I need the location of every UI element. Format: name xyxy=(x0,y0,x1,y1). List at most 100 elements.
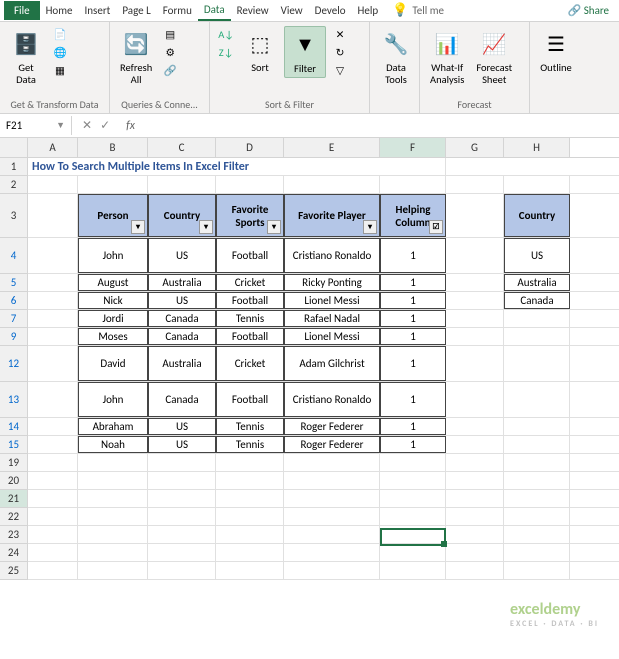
side-country-cell[interactable]: US xyxy=(504,238,570,273)
person-cell[interactable]: Abraham xyxy=(78,418,148,435)
cell[interactable] xyxy=(28,490,78,507)
cell[interactable] xyxy=(28,436,78,453)
cancel-formula-icon[interactable]: ✕ xyxy=(82,118,92,133)
cell[interactable] xyxy=(446,490,504,507)
cell[interactable] xyxy=(504,328,570,345)
cell[interactable] xyxy=(446,346,504,381)
country-cell[interactable]: Canada xyxy=(148,382,216,417)
name-box[interactable]: F21 ▼ xyxy=(0,116,72,135)
header-person[interactable]: Person▾ xyxy=(78,194,148,237)
cell[interactable] xyxy=(28,292,78,309)
sort-desc-button[interactable]: Z↓ xyxy=(216,44,236,60)
col-header-d[interactable]: D xyxy=(216,138,284,157)
tab-review[interactable]: Review xyxy=(231,1,275,20)
col-header-g[interactable]: G xyxy=(446,138,504,157)
cell[interactable] xyxy=(504,382,570,417)
queries-button[interactable]: ▤ xyxy=(160,26,180,42)
row-header-25[interactable]: 25 xyxy=(0,562,28,580)
cell[interactable] xyxy=(446,176,504,193)
cell[interactable] xyxy=(28,194,78,237)
sports-cell[interactable]: Tennis xyxy=(216,310,284,327)
row-header-24[interactable]: 24 xyxy=(0,544,28,562)
row-header-7[interactable]: 7 xyxy=(0,310,28,328)
row-header-15[interactable]: 15 xyxy=(0,436,28,454)
header-helping[interactable]: Helping Column☑ xyxy=(380,194,446,237)
cell[interactable] xyxy=(78,454,148,471)
cell[interactable] xyxy=(148,454,216,471)
cell[interactable] xyxy=(446,274,504,291)
cell[interactable] xyxy=(380,490,446,507)
sports-cell[interactable]: Football xyxy=(216,328,284,345)
sports-cell[interactable]: Tennis xyxy=(216,436,284,453)
col-header-c[interactable]: C xyxy=(148,138,216,157)
cell[interactable] xyxy=(148,490,216,507)
row-header-5[interactable]: 5 xyxy=(0,274,28,292)
reapply-button[interactable]: ↻ xyxy=(330,44,350,60)
row-header-4[interactable]: 4 xyxy=(0,238,28,274)
helping-cell[interactable]: 1 xyxy=(380,274,446,291)
tab-view[interactable]: View xyxy=(275,1,309,20)
person-cell[interactable]: Nick xyxy=(78,292,148,309)
side-country-cell[interactable]: Australia xyxy=(504,274,570,291)
sports-cell[interactable]: Cricket xyxy=(216,274,284,291)
cell[interactable] xyxy=(28,418,78,435)
cell[interactable] xyxy=(446,194,504,237)
cell[interactable] xyxy=(28,526,78,543)
from-text-button[interactable]: 📄 xyxy=(50,26,70,42)
title-cell[interactable]: How To Search Multiple Items In Excel Fi… xyxy=(28,158,446,175)
refresh-all-button[interactable]: 🔄 Refresh All xyxy=(116,26,156,87)
cell[interactable] xyxy=(216,544,284,561)
cell[interactable] xyxy=(380,562,446,579)
person-cell[interactable]: Jordi xyxy=(78,310,148,327)
row-header-12[interactable]: 12 xyxy=(0,346,28,382)
cell[interactable] xyxy=(28,562,78,579)
col-header-b[interactable]: B xyxy=(78,138,148,157)
cell[interactable] xyxy=(446,310,504,327)
player-cell[interactable]: Rafael Nadal xyxy=(284,310,380,327)
player-cell[interactable]: Lionel Messi xyxy=(284,328,380,345)
data-tools-button[interactable]: 🔧 Data Tools xyxy=(376,26,416,87)
side-country-cell[interactable]: Canada xyxy=(504,292,570,309)
filter-dropdown-helping-active[interactable]: ☑ xyxy=(429,220,443,234)
cell[interactable] xyxy=(380,472,446,489)
country-cell[interactable]: Canada xyxy=(148,310,216,327)
row-header-23[interactable]: 23 xyxy=(0,526,28,544)
tab-page-layout[interactable]: Page L xyxy=(116,1,156,20)
person-cell[interactable]: Moses xyxy=(78,328,148,345)
from-table-button[interactable]: ▦ xyxy=(50,62,70,78)
cell[interactable] xyxy=(446,436,504,453)
get-data-button[interactable]: 🗄️ Get Data xyxy=(6,26,46,87)
cell[interactable] xyxy=(446,544,504,561)
person-cell[interactable]: John xyxy=(78,238,148,273)
tab-insert[interactable]: Insert xyxy=(79,1,117,20)
cell[interactable] xyxy=(28,472,78,489)
row-header-21[interactable]: 21 xyxy=(0,490,28,508)
cell[interactable] xyxy=(148,472,216,489)
cell[interactable] xyxy=(504,472,570,489)
cell[interactable] xyxy=(148,562,216,579)
fx-label[interactable]: fx xyxy=(120,119,135,133)
cell[interactable] xyxy=(28,310,78,327)
filter-dropdown-sports[interactable]: ▾ xyxy=(267,220,281,234)
player-cell[interactable]: Adam Gilchrist xyxy=(284,346,380,381)
player-cell[interactable]: Roger Federer xyxy=(284,418,380,435)
filter-dropdown-player[interactable]: ▾ xyxy=(363,220,377,234)
cell[interactable] xyxy=(284,490,380,507)
country-cell[interactable]: US xyxy=(148,418,216,435)
filter-button[interactable]: ▼ Filter xyxy=(284,26,326,78)
person-cell[interactable]: John xyxy=(78,382,148,417)
row-header-14[interactable]: 14 xyxy=(0,418,28,436)
helping-cell[interactable]: 1 xyxy=(380,292,446,309)
tab-help[interactable]: Help xyxy=(352,1,385,20)
cell[interactable] xyxy=(504,436,570,453)
enter-formula-icon[interactable]: ✓ xyxy=(100,118,110,133)
cell[interactable] xyxy=(504,562,570,579)
sports-cell[interactable]: Football xyxy=(216,292,284,309)
cell[interactable] xyxy=(216,526,284,543)
person-cell[interactable]: David xyxy=(78,346,148,381)
advanced-button[interactable]: ▽ xyxy=(330,62,350,78)
row-header-1[interactable]: 1 xyxy=(0,158,28,176)
player-cell[interactable]: Ricky Ponting xyxy=(284,274,380,291)
cell[interactable] xyxy=(28,508,78,525)
helping-cell[interactable]: 1 xyxy=(380,328,446,345)
